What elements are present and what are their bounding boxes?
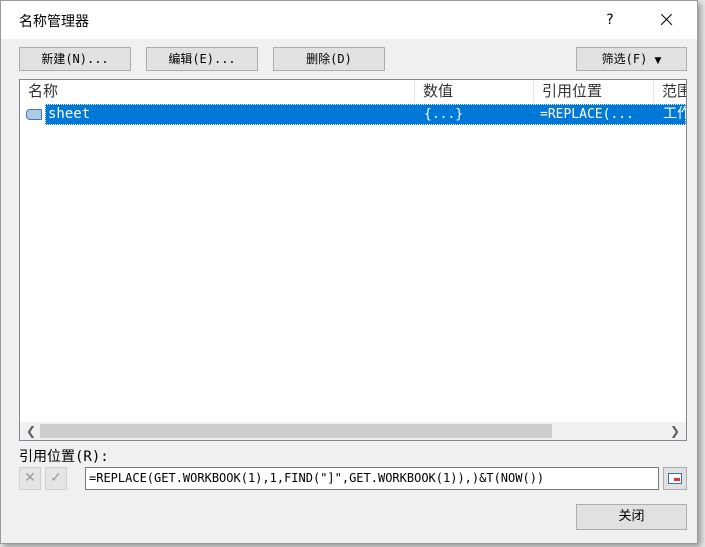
table-row[interactable]: sheet {...} =REPLACE(... 工作 [20, 104, 686, 125]
refers-to-label: 引用位置(R): [19, 449, 109, 465]
name-manager-dialog: 名称管理器 ? 新建(N)... 编辑(E)... 删除(D) 筛选(F) ▼ … [0, 0, 698, 544]
column-header-refers-to[interactable]: 引用位置 [534, 80, 654, 102]
close-icon[interactable] [651, 7, 681, 33]
row-name: sheet [48, 106, 91, 122]
chevron-down-icon: ▼ [654, 56, 662, 66]
close-button[interactable]: 关闭 [576, 504, 687, 530]
column-header-name[interactable]: 名称 [20, 80, 415, 102]
filter-button[interactable]: 筛选(F) ▼ [576, 47, 687, 71]
row-scope: 工作 [663, 106, 686, 122]
scrollbar-thumb[interactable] [40, 424, 552, 438]
dialog-title: 名称管理器 [19, 14, 89, 30]
row-value: {...} [424, 107, 464, 122]
names-list[interactable]: 名称 数值 引用位置 范围 sheet {...} =REPLACE(... 工… [19, 79, 687, 441]
delete-button[interactable]: 删除(D) [273, 47, 385, 71]
row-refers-to: =REPLACE(... [540, 107, 634, 122]
refers-to-input[interactable]: =REPLACE(GET.WORKBOOK(1),1,FIND("]",GET.… [85, 467, 659, 490]
horizontal-scrollbar[interactable]: ❮ ❯ [20, 422, 686, 440]
scroll-right-icon[interactable]: ❯ [666, 422, 684, 440]
range-select-icon [668, 473, 682, 484]
list-header: 名称 数值 引用位置 范围 [20, 80, 686, 102]
confirm-edit-icon[interactable]: ✓ [45, 467, 67, 490]
edit-button[interactable]: 编辑(E)... [146, 47, 258, 71]
column-header-scope[interactable]: 范围 [654, 80, 686, 102]
name-icon [26, 109, 42, 120]
cancel-edit-icon[interactable]: ✕ [19, 467, 41, 490]
title-bar: 名称管理器 ? [1, 1, 697, 39]
scroll-left-icon[interactable]: ❮ [22, 422, 40, 440]
help-button[interactable]: ? [598, 9, 622, 31]
column-header-value[interactable]: 数值 [415, 80, 534, 102]
new-button[interactable]: 新建(N)... [19, 47, 131, 71]
filter-label: 筛选(F) [601, 52, 648, 66]
collapse-dialog-button[interactable] [663, 467, 687, 490]
